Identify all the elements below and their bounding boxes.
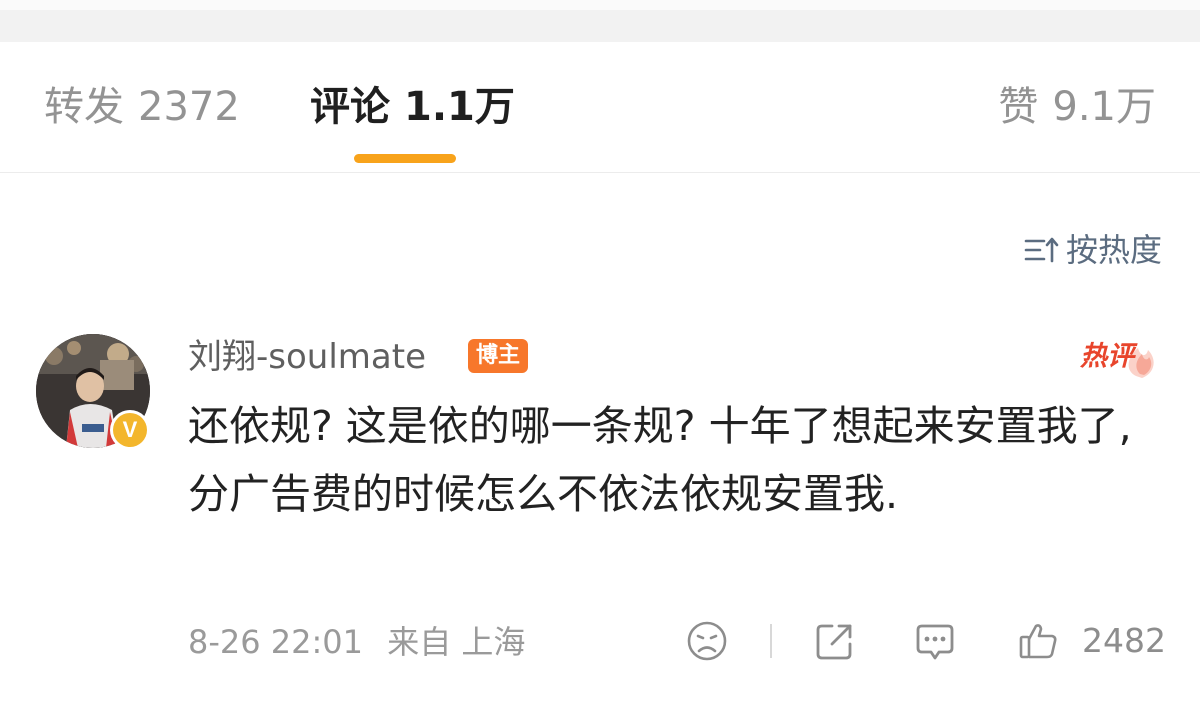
comment-item: V 刘翔-soulmate 博主 热评 还依规? 这是依的哪一条规? 十年了想起… [0,330,1200,711]
sort-lines-arrow-icon [1024,237,1059,263]
sad-face-icon [687,621,727,661]
verified-mark: V [113,413,147,447]
tab-likes[interactable]: 赞 9.1万 [998,82,1156,132]
tab-comments-label: 评论 [310,84,390,130]
author-badge: 博主 [468,339,529,373]
verified-badge-icon: V [110,410,150,450]
tab-bar: 转发 2372 评论 1.1万 赞 9.1万 [0,42,1200,173]
tab-likes-label: 赞 [998,84,1039,130]
share-icon [816,624,852,660]
reply-button[interactable] [914,618,956,664]
hot-comment-label: 热评 [1080,341,1134,372]
tab-forward[interactable]: 转发 2372 [44,82,240,132]
sort-button[interactable]: 按热度 [1024,228,1162,272]
sort-label: 按热度 [1065,231,1162,269]
dislike-button[interactable] [686,618,728,664]
like-count: 2482 [1082,621,1166,660]
top-band-highlight [0,0,1200,10]
hot-comment-tag: 热评 [1078,330,1158,384]
share-button[interactable] [814,618,856,664]
tab-comments-count: 1.1万 [404,84,515,130]
comment-actions: 2482 [0,618,1200,668]
tab-likes-count: 9.1万 [1052,84,1156,130]
thumbs-up-icon [1019,624,1057,659]
active-tab-indicator [354,154,456,163]
tab-comments[interactable]: 评论 1.1万 [310,82,515,132]
like-button[interactable]: 2482 [1018,618,1166,664]
action-divider [770,624,772,658]
top-band [0,0,1200,42]
tab-forward-count: 2372 [138,84,240,130]
comment-bubble-icon [916,624,954,660]
comment-body: 还依规? 这是依的哪一条规? 十年了想起来安置我了, 分广告费的时候怎么不依法依… [188,402,1132,518]
comment-username[interactable]: 刘翔-soulmate [188,334,426,380]
tab-forward-label: 转发 [44,84,124,130]
